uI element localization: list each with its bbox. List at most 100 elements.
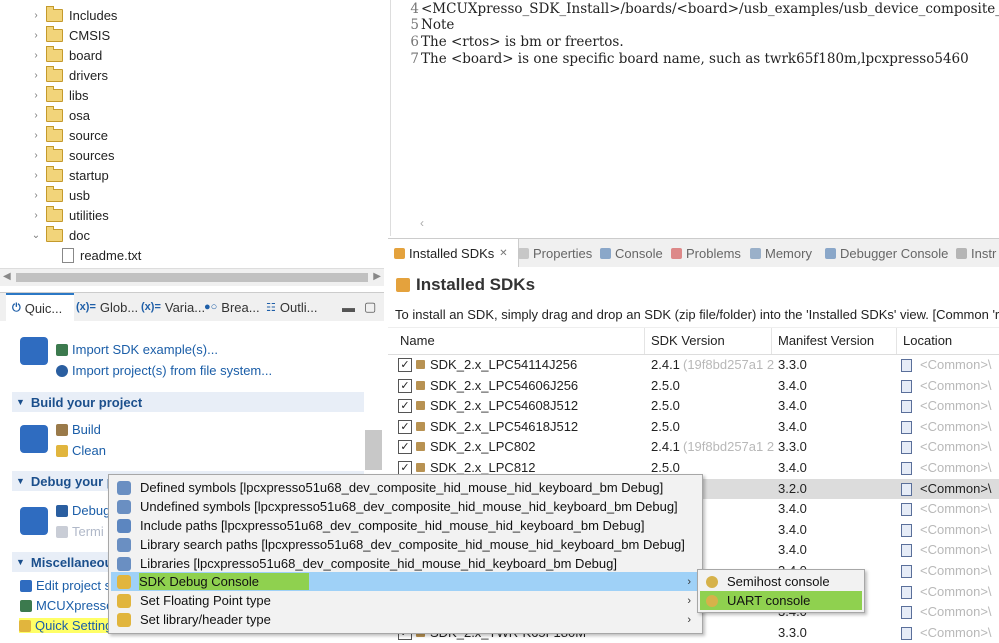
tab-instrumentation[interactable]: Instr [956, 239, 996, 267]
tree-item-source[interactable]: › source [30, 125, 108, 145]
tree-item-startup[interactable]: › startup [30, 165, 109, 185]
chevron-right-icon[interactable]: › [30, 50, 42, 61]
chevron-right-icon[interactable]: › [30, 170, 42, 181]
sdk-table-row[interactable]: ✓ SDK_2.x_LPC802 2.4.1 (19f8bd257a1 2 3.3.0 <… [388, 437, 999, 457]
chevron-right-icon[interactable]: › [30, 30, 42, 41]
debug-link[interactable]: Debug [56, 503, 110, 518]
quickstart-scrollbar-thumb[interactable] [365, 430, 382, 470]
scroll-left-icon[interactable]: ◀ [3, 271, 11, 282]
sdk-enabled-checkbox[interactable]: ✓ [398, 358, 412, 372]
tree-horizontal-scrollbar[interactable]: ◀ ▶ [0, 268, 384, 286]
collapse-icon[interactable]: ▼ [16, 476, 25, 486]
hammer-icon [56, 424, 68, 436]
sdk-enabled-checkbox[interactable]: ✓ [398, 440, 412, 455]
editor-horizontal-scrollbar[interactable]: ‹ [400, 214, 997, 232]
column-divider[interactable] [771, 328, 772, 354]
tree-item-cmsis[interactable]: › CMSIS [30, 25, 110, 45]
sdk-table-row[interactable]: ✓ SDK_2.x_LPC54606J256 2.5.0 3.4.0 <Common>\ [388, 376, 999, 396]
chevron-right-icon[interactable]: › [30, 210, 42, 221]
import-from-file-system-link[interactable]: Import project(s) from file system... [56, 363, 272, 378]
tree-item-usb[interactable]: › usb [30, 185, 90, 205]
menu-item-uart-console[interactable]: UART console [700, 591, 862, 610]
sdk-name: SDK_2.x_LPC812 [430, 460, 536, 475]
menu-item-set-library-header-type[interactable]: Set library/header type › [111, 610, 700, 629]
tree-item-readme[interactable]: readme.txt [62, 245, 141, 265]
menu-item-label: Set library/header type [140, 612, 271, 627]
chevron-right-icon[interactable]: › [30, 150, 42, 161]
wand-icon [20, 337, 48, 365]
column-header-manifest-version[interactable]: Manifest Version [778, 333, 874, 348]
chevron-right-icon[interactable]: › [30, 70, 42, 81]
tab-global-variables[interactable]: (x)= Glob... [76, 293, 138, 321]
edit-project-settings-link[interactable]: Edit project s [20, 578, 111, 593]
column-divider[interactable] [644, 328, 645, 354]
sdk-table-row[interactable]: ✓ SDK_2.x_LPC54618J512 2.5.0 3.4.0 <Common>\ [388, 417, 999, 437]
collapse-icon[interactable]: ▼ [16, 397, 25, 407]
tab-memory[interactable]: Memory [750, 239, 812, 267]
tree-item-osa[interactable]: › osa [30, 105, 90, 125]
chevron-right-icon[interactable]: › [30, 110, 42, 121]
scroll-left-icon[interactable]: ‹ [420, 216, 424, 230]
chevron-right-icon[interactable]: › [30, 10, 42, 21]
tab-installed-sdks[interactable]: Installed SDKs ✕ [388, 239, 519, 267]
chevron-right-icon[interactable]: › [30, 130, 42, 141]
clean-link[interactable]: Clean [56, 443, 106, 458]
build-link[interactable]: Build [56, 422, 101, 437]
sdk-table-row[interactable]: ✓ SDK_2.x_LPC54608J512 2.5.0 3.4.0 <Common>\ [388, 396, 999, 416]
text-editor[interactable]: 4 <MCUXpresso_SDK_Install>/boards/<board>… [390, 0, 999, 236]
column-header-sdk-version[interactable]: SDK Version [651, 333, 725, 348]
tab-problems[interactable]: Problems [671, 239, 741, 267]
mcuxpresso-config-link[interactable]: MCUXpresso [20, 598, 113, 613]
tree-item-doc[interactable]: ⌄ doc [30, 225, 90, 245]
sdk-table-row[interactable]: ✓ SDK_2.x_LPC54114J256 2.4.1 (19f8bd257a1 2… [388, 355, 999, 375]
menu-item-include-paths[interactable]: Include paths [lpcxpresso51u68_dev_compo… [111, 516, 700, 535]
tree-item-board[interactable]: › board [30, 45, 102, 65]
maximize-button[interactable]: ▢ [364, 293, 376, 321]
tab-console[interactable]: Console [600, 239, 663, 267]
column-divider[interactable] [896, 328, 897, 354]
tab-breakpoints[interactable]: ●○ Brea... [204, 293, 260, 321]
sdk-enabled-checkbox[interactable]: ✓ [398, 399, 412, 414]
section-build-project[interactable]: ▼ Build your project [12, 392, 364, 412]
include-path-icon [117, 518, 131, 533]
menu-item-semihost-console[interactable]: Semihost console [700, 572, 862, 591]
tree-item-utilities[interactable]: › utilities [30, 205, 109, 225]
sdk-enabled-checkbox[interactable]: ✓ [398, 378, 412, 393]
menu-item-label: Set Floating Point type [140, 593, 271, 608]
sdk-icon [394, 247, 405, 259]
chevron-right-icon[interactable]: › [30, 190, 42, 201]
tab-variables[interactable]: (x)= Varia... [141, 293, 205, 321]
collapse-icon[interactable]: ▼ [16, 557, 25, 567]
close-icon[interactable]: ✕ [499, 248, 507, 259]
column-header-location[interactable]: Location [903, 333, 952, 348]
tab-quickstart[interactable]: ⏻ Quic... [6, 293, 74, 321]
menu-item-libraries[interactable]: Libraries [lpcxpresso51u68_dev_composite… [111, 554, 700, 573]
quick-settings-link[interactable]: Quick Settings [19, 618, 121, 633]
tab-outline[interactable]: ☷ Outli... [266, 293, 317, 321]
scroll-right-icon[interactable]: ▶ [373, 271, 381, 282]
tree-item-label: CMSIS [69, 27, 111, 43]
chevron-right-icon[interactable]: › [30, 90, 42, 101]
tree-item-includes[interactable]: › Includes [30, 5, 117, 25]
tree-item-sources[interactable]: › sources [30, 145, 115, 165]
chevron-down-icon[interactable]: ⌄ [30, 230, 42, 241]
terminate-link[interactable]: Termi [56, 524, 104, 539]
minimize-button[interactable]: ▬ [342, 293, 355, 321]
sdk-enabled-checkbox[interactable]: ✓ [398, 461, 412, 475]
manifest-version: 3.3.0 [778, 624, 807, 640]
import-sdk-examples-link[interactable]: Import SDK example(s)... [56, 342, 218, 357]
tree-item-drivers[interactable]: › drivers [30, 65, 108, 85]
column-header-name[interactable]: Name [400, 333, 435, 348]
location-icon [901, 420, 912, 434]
menu-item-library-search-paths[interactable]: Library search paths [lpcxpresso51u68_de… [111, 535, 700, 554]
sdk-enabled-checkbox[interactable]: ✓ [398, 419, 412, 434]
menu-item-undefined-symbols[interactable]: Undefined symbols [lpcxpresso51u68_dev_c… [111, 497, 700, 516]
tree-item-libs[interactable]: › libs [30, 85, 89, 105]
tab-properties[interactable]: Properties [518, 239, 592, 267]
tab-debugger-console[interactable]: Debugger Console [825, 239, 948, 267]
menu-item-defined-symbols[interactable]: Defined symbols [lpcxpresso51u68_dev_com… [111, 478, 700, 497]
menu-item-sdk-debug-console[interactable]: SDK Debug Console › [111, 572, 700, 591]
menu-item-set-floating-point-type[interactable]: Set Floating Point type › [111, 591, 700, 610]
scrollbar-thumb[interactable] [16, 273, 368, 282]
quickstart-tab-bar: ⏻ Quic... (x)= Glob... (x)= Varia... ●○ Brea… [0, 292, 384, 322]
